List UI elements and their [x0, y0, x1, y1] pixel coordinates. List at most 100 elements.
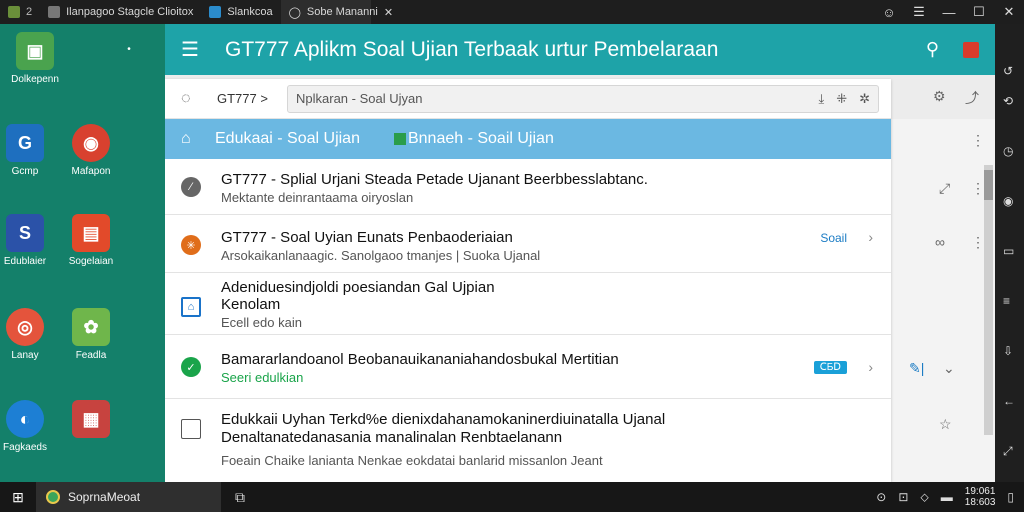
more-vertical-icon[interactable]: ⋮ — [971, 132, 985, 149]
settings-icon[interactable]: ✲ — [859, 91, 870, 107]
scrollbar-thumb[interactable] — [984, 170, 993, 200]
browser-icon — [48, 6, 61, 18]
side-panel: ↺ ⟲ ◷ ◉ ▭ ≡ ⇩ ← ⤢ — [995, 24, 1024, 482]
minimize-button[interactable]: — — [934, 0, 964, 24]
link-icon[interactable]: ∞ — [935, 234, 945, 250]
desktop-dots: • — [127, 44, 131, 55]
desktop-icon-label: Sogelaian — [68, 256, 114, 267]
taskbar-app[interactable]: SoprnaMeoat — [36, 482, 221, 512]
desktop-icon-label: Feadla — [75, 350, 107, 361]
windows-start-icon[interactable]: ⊞ — [0, 482, 36, 512]
taskbar-app-label: SoprnaMeoat — [68, 490, 141, 504]
desktop-icon-label: Dolkepenn — [11, 74, 59, 85]
maximize-button[interactable]: ☐ — [964, 0, 994, 24]
selected-label: Edukaai - Soal Ujian — [215, 130, 360, 147]
breadcrumb[interactable]: GT777 > — [217, 91, 277, 106]
camera-icon[interactable]: ▭ — [1003, 244, 1014, 258]
share-icon[interactable]: ⤴ — [965, 88, 979, 108]
clock-time: 19:061 — [964, 486, 996, 497]
record-icon[interactable] — [963, 41, 979, 58]
desktop-icon-lanay[interactable]: ◎ Lanay — [0, 308, 60, 361]
more-vertical-icon[interactable]: ⋮ — [971, 180, 985, 197]
tab-3-label: Slankcoa — [227, 6, 273, 18]
photos-icon[interactable]: ⊡ — [898, 490, 908, 504]
history-icon[interactable]: ◷ — [1003, 144, 1013, 158]
notifications-icon[interactable]: ▯ — [1007, 490, 1014, 504]
app-icon — [46, 490, 60, 504]
chevron-right-icon[interactable]: › — [868, 229, 873, 245]
location-icon[interactable]: ◉ — [1003, 194, 1013, 208]
item-title-line2: Kenolam — [221, 296, 281, 313]
back-icon[interactable]: ⟲ — [1003, 94, 1013, 108]
back-arrow-icon[interactable]: ← — [1003, 394, 1015, 408]
chevron-right-icon[interactable]: › — [868, 359, 873, 375]
checkbox[interactable] — [181, 419, 201, 439]
tab-1-close-icon[interactable]: 2 — [26, 6, 32, 18]
desktop-icon-sogelaian[interactable]: ▤ Sogelaian — [56, 214, 126, 267]
item-title: Edukkaii Uyhan Terkd%e dienixdahanamokan… — [221, 411, 666, 428]
window-controls: ☺ ☰ — ☐ ✕ — [874, 0, 1024, 24]
tab-1[interactable]: 2 — [0, 0, 40, 24]
desktop-icon-mafapon[interactable]: ◉ Mafapon — [56, 124, 126, 177]
tag-icon[interactable]: ⬦ — [920, 490, 928, 505]
desktop-icon-app[interactable]: ▦ — [56, 400, 126, 442]
desktop-icon-gcmp[interactable]: G Gcmp — [0, 124, 60, 177]
network-icon[interactable]: ▬ — [941, 490, 953, 504]
close-button[interactable]: ✕ — [994, 0, 1024, 24]
item-badge: ⅭƂⅮ — [813, 361, 847, 374]
list-item[interactable]: ⌂ Adeniduesindjoldi poesiandan Gal Ujpia… — [165, 273, 891, 335]
list-item[interactable]: ⁄ GT777 - Splial Urjani Steada Petade Uj… — [165, 159, 891, 215]
scrollbar-track[interactable] — [984, 165, 993, 435]
clock[interactable]: 19:061 18:603 — [965, 486, 996, 508]
results-card: ◌ GT777 > Nplkaran - Soal Ujyan ⤓ ⁜ ✲ ⌂ … — [165, 79, 891, 482]
list-item[interactable]: Edukkaii Uyhan Terkd%e dienixdahanamokan… — [165, 399, 891, 482]
close-tab-icon[interactable]: ✕ — [384, 6, 393, 19]
tab-3[interactable]: Slankcoa — [201, 0, 280, 24]
list-item[interactable]: ✳ GT777 - Soal Uyian Eunats Penbaoderiai… — [165, 215, 891, 273]
tab-2[interactable]: Ilanpagoo Stagcle Clioitox — [40, 0, 201, 24]
desktop-icon-label: Edublaier — [3, 256, 47, 267]
forward-icon[interactable]: ↺ — [1003, 64, 1013, 78]
selected-row[interactable]: ⌂ Edukaai - Soal Ujian Bnnaeh - Soail Uj… — [165, 119, 891, 159]
expand-icon[interactable]: ⤢ — [1003, 444, 1013, 459]
search-input[interactable]: Nplkaran - Soal Ujyan ⤓ ⁜ ✲ — [287, 84, 879, 113]
download-icon[interactable]: ⇩ — [1003, 344, 1013, 358]
photos-icon: ✿ — [72, 308, 110, 346]
item-subtitle: Mektante deinrantaama oiryoslan — [221, 190, 414, 205]
task-view-icon[interactable]: ⧉ — [235, 489, 245, 506]
settings-icon[interactable]: ⊙ — [876, 490, 886, 504]
desktop-icon-label: Fagkaeds — [3, 442, 47, 453]
filter-icon[interactable]: ⁜ — [836, 91, 847, 107]
star-icon[interactable]: ☆ — [939, 416, 952, 433]
more-vertical-icon[interactable]: ⋮ — [971, 234, 985, 251]
desktop-icon-fagkaeds[interactable]: ◐ Fagkaeds — [0, 400, 60, 453]
tool-icon: ⁄ — [181, 177, 201, 197]
desktop-icon-feadla[interactable]: ✿ Feadla — [56, 308, 126, 361]
desktop-icon-edublaier[interactable]: S Edublaier — [0, 214, 60, 267]
desktop-icon-label: Mafapon — [71, 166, 111, 177]
chrome-icon: ◎ — [6, 308, 44, 346]
desktop-icon-dolkepenn[interactable]: ▣ Dolkepenn — [0, 32, 70, 85]
settings-icon[interactable]: ☰ — [904, 0, 934, 24]
search-row: ◌ GT777 > Nplkaran - Soal Ujyan ⤓ ⁜ ✲ — [165, 79, 891, 119]
clock-date: 18:603 — [964, 497, 996, 508]
item-title: GT777 - Soal Uyian Eunats Penbaoderiaian — [221, 229, 513, 246]
chevron-down-icon[interactable]: ⌄ — [943, 360, 955, 377]
pin-icon[interactable]: ⤢ — [939, 180, 950, 197]
search-icon[interactable]: ⚲ — [926, 39, 939, 60]
hamburger-menu-icon[interactable]: ☰ — [181, 37, 211, 62]
item-tag[interactable]: Soail — [820, 231, 847, 245]
list-item[interactable]: ✓ Bamararlandoanol Beobanauikananiahando… — [165, 335, 891, 399]
system-tray: ⊙ ⊡ ⬦ ▬ 19:061 18:603 ▯ — [876, 486, 1024, 508]
tab-4[interactable]: ◯ Sobe Mananni ✕ — [280, 0, 393, 24]
item-title: Bamararlandoanol Beobanauikananiahandosb… — [221, 351, 619, 368]
download-icon[interactable]: ⤓ — [818, 91, 824, 107]
extension-icon[interactable]: ☺ — [874, 0, 904, 24]
item-title: Adeniduesindjoldi poesiandan Gal Ujpian — [221, 279, 495, 296]
settings-icon[interactable]: ⚙ — [933, 88, 946, 105]
menu-icon[interactable]: ≡ — [1003, 294, 1010, 308]
item-subtitle: Arsokaikanlanaagic. Sanolgaoo tmanjes | … — [221, 248, 541, 263]
desktop: ▣ Dolkepenn • G Gcmp ◉ Mafapon S Edublai… — [0, 24, 165, 482]
checkbox-icon[interactable]: ⌂ — [181, 297, 201, 317]
edit-icon[interactable]: ✎| — [909, 360, 924, 377]
